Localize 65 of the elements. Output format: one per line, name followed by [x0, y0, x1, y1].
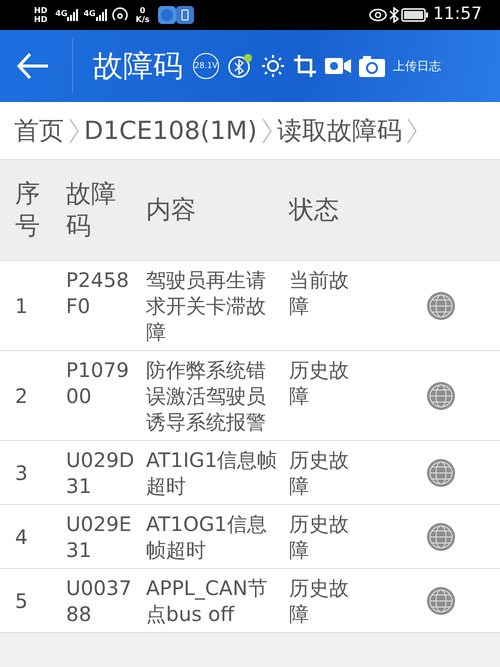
hotspot-icon — [112, 7, 128, 23]
table-cell-text: P107900 — [65, 357, 130, 410]
table-cell-text: 历史故障 — [288, 357, 350, 410]
clock: 11:57 — [433, 3, 482, 26]
bluetooth-status-icon[interactable] — [227, 53, 253, 79]
help-button[interactable] — [426, 586, 456, 616]
table-cell-text: U029D31 — [65, 447, 136, 500]
help-button[interactable] — [426, 291, 456, 321]
table-cell-text: 3 — [14, 460, 29, 487]
video-camera-icon[interactable] — [325, 56, 351, 76]
table-cell-text: 历史故障 — [288, 575, 350, 628]
app-icon — [158, 6, 176, 24]
speed-value: 0 — [140, 6, 146, 15]
table-cell-text: AT1IG1信息帧超时 — [145, 447, 278, 500]
sim-label: HD — [34, 6, 48, 15]
breadcrumb-link[interactable]: D1CE108(1M) — [84, 112, 258, 150]
column-header: 故障码 — [65, 178, 117, 242]
help-button[interactable] — [426, 458, 456, 488]
voltage-reading: 28.1V — [193, 53, 219, 79]
back-arrow-icon — [16, 52, 50, 80]
table-cell-text: 1 — [14, 293, 29, 320]
bluetooth-icon — [387, 7, 401, 23]
signal-icon — [96, 9, 108, 21]
table-cell-text: P2458F0 — [65, 267, 130, 320]
globe-icon — [426, 291, 456, 321]
table-cell-text: U003788 — [65, 575, 133, 628]
network-label: 4G — [83, 9, 96, 18]
table-cell-text: 2 — [14, 383, 29, 410]
table-cell-text: 防作弊系统错误激活驾驶员诱导系统报警 — [145, 357, 267, 436]
chevron-right-icon — [261, 116, 274, 144]
table-cell-text: U029E31 — [65, 511, 132, 564]
globe-icon — [426, 586, 456, 616]
table-cell-text: APPL_CAN节点bus off — [145, 575, 269, 628]
speed-unit: K/s — [136, 15, 150, 24]
upload-log-button[interactable]: 上传日志 — [393, 57, 441, 75]
chevron-right-icon — [68, 116, 80, 144]
back-button[interactable] — [16, 52, 50, 80]
page-title: 故障码 — [93, 48, 183, 86]
sim-label: HD — [34, 15, 48, 24]
column-header: 状态 — [288, 194, 340, 226]
help-button[interactable] — [426, 381, 456, 411]
globe-icon — [426, 522, 456, 552]
table-cell-text: 当前故障 — [288, 267, 350, 320]
brightness-icon[interactable] — [261, 54, 285, 78]
globe-icon — [426, 458, 456, 488]
column-header: 内容 — [145, 194, 197, 226]
table-cell-text: 4 — [14, 524, 29, 551]
eye-icon — [369, 8, 387, 22]
network-label: 4G — [55, 9, 68, 18]
table-cell-text: 历史故障 — [288, 447, 350, 500]
breadcrumb-link[interactable]: 首页 — [14, 112, 64, 150]
chevron-right-icon — [406, 116, 418, 144]
globe-icon — [426, 381, 456, 411]
column-header: 序号 — [14, 178, 41, 242]
app-icon — [176, 6, 194, 24]
signal-icon — [67, 9, 80, 21]
battery-icon — [401, 8, 429, 22]
breadcrumb-link[interactable]: 读取故障码 — [277, 112, 402, 150]
table-cell-text: AT1OG1信息帧超时 — [145, 511, 268, 564]
table-cell-text: 5 — [14, 588, 29, 615]
camera-icon[interactable] — [359, 55, 385, 77]
table-cell-text: 驾驶员再生请求开关卡滞故障 — [145, 267, 267, 346]
table-cell-text: 历史故障 — [288, 511, 350, 564]
crop-icon[interactable] — [293, 54, 317, 78]
help-button[interactable] — [426, 522, 456, 552]
